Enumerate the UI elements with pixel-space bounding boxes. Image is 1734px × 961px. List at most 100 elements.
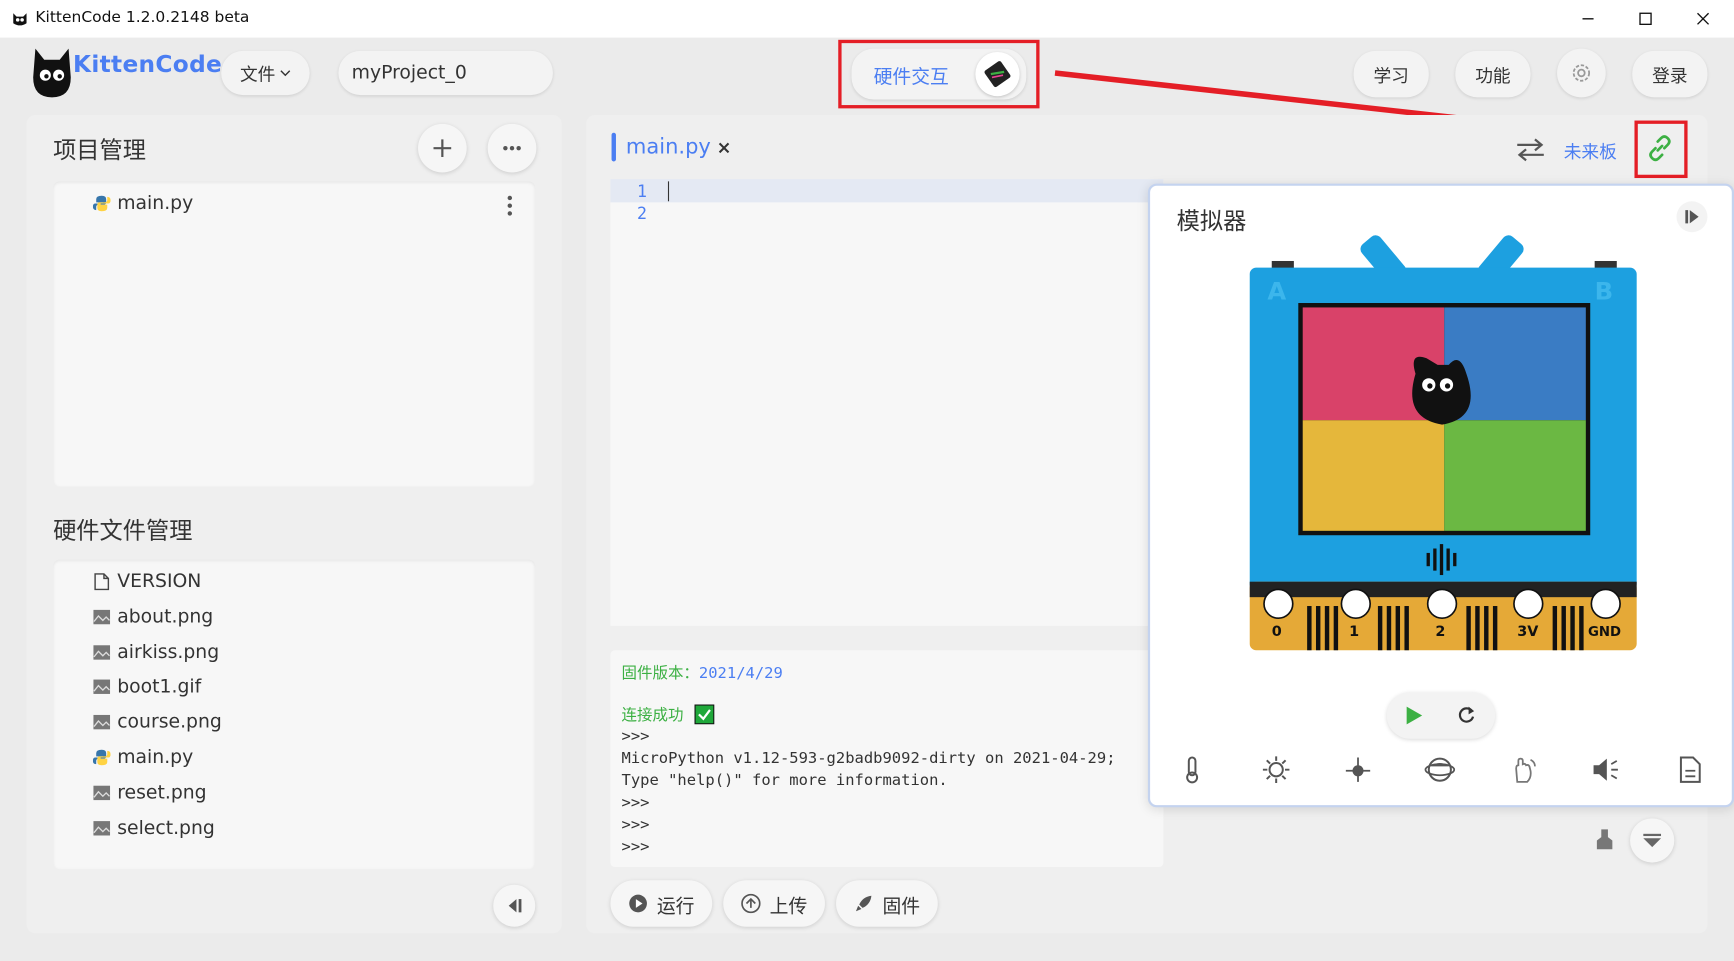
hw-file-item[interactable]: course.png [93, 709, 222, 736]
collapse-right-icon[interactable] [1676, 201, 1708, 233]
image-icon [93, 608, 111, 626]
console-line: Type "help()" for more information. [621, 771, 948, 790]
refresh-icon[interactable] [1455, 704, 1477, 731]
python-icon [92, 195, 111, 213]
project-file-item[interactable]: main.py [92, 190, 194, 217]
tab-close-icon[interactable]: × [717, 137, 732, 158]
connect-highlight-box [1634, 120, 1688, 179]
hw-file-name: main.py [117, 746, 194, 769]
gyroscope-icon[interactable] [1424, 754, 1456, 785]
minimize-button[interactable] [1559, 0, 1617, 38]
collapse-panel-button[interactable] [493, 884, 536, 927]
board-selector-label[interactable]: 未来板 [1564, 137, 1617, 164]
play-icon[interactable] [1402, 704, 1424, 731]
gear-icon [1570, 62, 1592, 84]
plus-icon [432, 138, 452, 158]
checkbox-checked-icon [694, 704, 715, 725]
login-button[interactable]: 登录 [1632, 50, 1708, 98]
features-label: 功能 [1475, 65, 1511, 87]
console-line: MicroPython v1.12-593-g2badb9092-dirty o… [621, 749, 1116, 768]
logo-text: KittenCode [72, 50, 223, 78]
sim-controls [1386, 692, 1496, 739]
more-options-button[interactable] [487, 123, 537, 173]
upload-button[interactable]: 上传 [723, 880, 825, 927]
hw-file-item[interactable]: reset.png [93, 780, 207, 807]
pin-label: 3V [1517, 623, 1539, 641]
hw-file-item[interactable]: about.png [93, 604, 213, 631]
image-icon [93, 819, 111, 837]
firmware-label: 固件版本： [621, 664, 699, 683]
connected-status: 连接成功 [621, 706, 684, 725]
board-letter-a: A [1267, 278, 1287, 307]
file-menu-button[interactable]: 文件 [221, 50, 310, 96]
switch-arrows-icon[interactable] [1515, 137, 1546, 166]
hardware-file-list: VERSION about.png airkiss.png boot1.gif … [53, 559, 536, 870]
hw-file-name: reset.png [117, 781, 207, 804]
project-name-value: myProject_0 [351, 61, 467, 85]
run-button[interactable]: 运行 [610, 880, 713, 927]
board-letter-b: B [1594, 278, 1614, 307]
console-line: >>> [621, 727, 650, 746]
more-horizontal-icon [502, 145, 522, 152]
simulator-title: 模拟器 [1176, 207, 1247, 235]
joystick-icon[interactable] [1343, 754, 1374, 785]
project-file-name: main.py [117, 192, 194, 215]
add-file-button[interactable] [418, 123, 467, 173]
upload-label: 上传 [769, 895, 808, 918]
line-number: 2 [636, 203, 647, 224]
hw-file-name: select.png [117, 817, 215, 840]
current-line-highlight [610, 179, 1164, 203]
hardware-panel-title: 硬件文件管理 [53, 517, 193, 545]
pin-label: 2 [1435, 623, 1446, 641]
brightness-icon[interactable] [1261, 754, 1292, 785]
simulated-board: A B 0 1 2 3V GND [1249, 230, 1639, 652]
learn-button[interactable]: 学习 [1353, 50, 1429, 98]
window-title: KittenCode 1.2.0.2148 beta [35, 8, 250, 27]
pin-label: GND [1588, 623, 1622, 640]
volume-icon[interactable] [1590, 754, 1621, 785]
logo-cat-icon [29, 44, 75, 104]
project-file-list: main.py [53, 181, 536, 487]
hw-file-item[interactable]: boot1.gif [93, 673, 201, 700]
console-output[interactable]: 固件版本：2021/4/29 连接成功 >>> MicroPython v1.1… [610, 650, 1164, 868]
pin-label: 0 [1271, 623, 1282, 641]
learn-label: 学习 [1373, 65, 1409, 87]
code-editor[interactable] [610, 179, 1164, 626]
python-icon [92, 749, 111, 767]
firmware-date: 2021/4/29 [698, 664, 783, 683]
firmware-label: 固件 [882, 895, 921, 918]
arrow-down-icon [1642, 833, 1662, 848]
hw-file-item[interactable]: VERSION [93, 568, 201, 595]
gesture-icon[interactable] [1508, 754, 1539, 785]
run-label: 运行 [656, 895, 695, 918]
clear-console-icon[interactable] [1592, 827, 1616, 856]
settings-button[interactable] [1557, 48, 1606, 98]
hw-file-item[interactable]: main.py [92, 744, 194, 771]
chevron-down-icon [280, 69, 291, 78]
features-button[interactable]: 功能 [1455, 50, 1531, 98]
image-icon [93, 678, 111, 696]
line-number: 1 [636, 181, 647, 202]
app-icon [11, 10, 29, 32]
console-line: >>> [621, 838, 650, 856]
project-panel-title: 项目管理 [53, 137, 146, 164]
maximize-button[interactable] [1617, 0, 1675, 38]
hw-file-item[interactable]: airkiss.png [93, 639, 219, 666]
project-name-input[interactable]: myProject_0 [338, 50, 553, 96]
play-circle-icon [628, 894, 648, 914]
image-icon [93, 713, 111, 731]
login-label: 登录 [1652, 65, 1688, 87]
firmware-button[interactable]: 固件 [836, 880, 938, 927]
file-menu-label: 文件 [239, 64, 276, 86]
hw-file-item[interactable]: select.png [93, 815, 215, 842]
close-button[interactable] [1674, 0, 1732, 38]
simulator-panel: 模拟器 A B 0 1 2 3V GND [1147, 183, 1734, 808]
thermometer-icon[interactable] [1177, 754, 1208, 785]
file-kebab-menu-icon[interactable] [506, 195, 513, 222]
document-icon[interactable] [1674, 754, 1705, 785]
scroll-to-bottom-button[interactable] [1630, 818, 1675, 863]
upload-icon [741, 893, 761, 914]
hw-file-name: airkiss.png [117, 641, 220, 664]
pin-label: 1 [1349, 623, 1360, 641]
editor-tab[interactable]: main.py [626, 135, 711, 159]
